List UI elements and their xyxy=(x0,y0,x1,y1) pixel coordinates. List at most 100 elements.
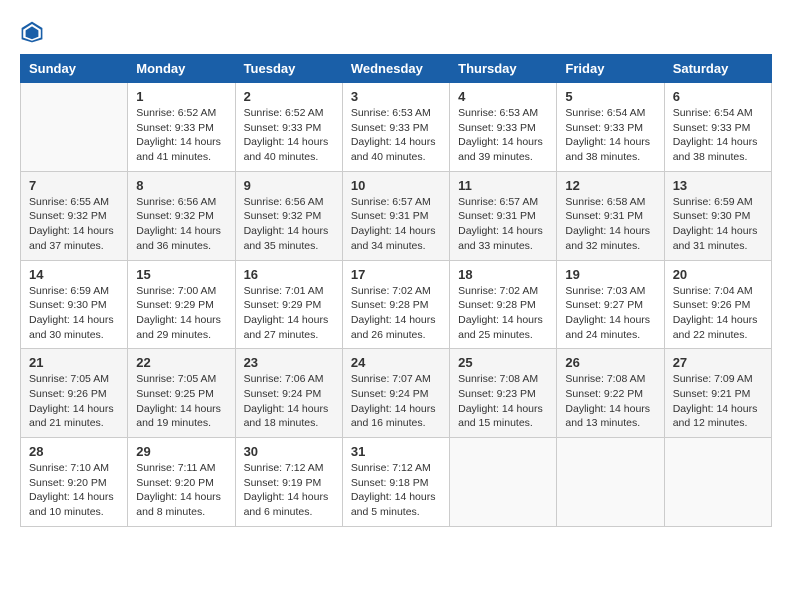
day-info: Sunrise: 7:01 AM Sunset: 9:29 PM Dayligh… xyxy=(244,284,334,343)
day-number: 13 xyxy=(673,178,763,193)
day-number: 12 xyxy=(565,178,655,193)
day-info: Sunrise: 6:52 AM Sunset: 9:33 PM Dayligh… xyxy=(136,106,226,165)
calendar-cell: 9 Sunrise: 6:56 AM Sunset: 9:32 PM Daylig… xyxy=(235,171,342,260)
day-number: 23 xyxy=(244,355,334,370)
calendar-cell: 3Sunrise: 6:53 AM Sunset: 9:33 PM Daylig… xyxy=(342,83,449,172)
calendar-cell: 4 Sunrise: 6:53 AM Sunset: 9:33 PM Daylig… xyxy=(450,83,557,172)
header-cell-friday: Friday xyxy=(557,55,664,83)
calendar-week-row: 21 Sunrise: 7:05 AM Sunset: 9:26 PM Dayli… xyxy=(21,349,772,438)
calendar-cell xyxy=(21,83,128,172)
calendar-cell: 28Sunrise: 7:10 AM Sunset: 9:20 PM Dayli… xyxy=(21,438,128,527)
day-number: 4 xyxy=(458,89,548,104)
calendar-header-row: SundayMondayTuesdayWednesdayThursdayFrid… xyxy=(21,55,772,83)
header-cell-tuesday: Tuesday xyxy=(235,55,342,83)
calendar-cell: 22 Sunrise: 7:05 AM Sunset: 9:25 PM Dayli… xyxy=(128,349,235,438)
day-number: 15 xyxy=(136,267,226,282)
day-info: Sunrise: 7:12 AM Sunset: 9:19 PM Dayligh… xyxy=(244,461,334,520)
page-header xyxy=(20,20,772,44)
calendar-cell: 30 Sunrise: 7:12 AM Sunset: 9:19 PM Dayli… xyxy=(235,438,342,527)
header-cell-sunday: Sunday xyxy=(21,55,128,83)
day-number: 21 xyxy=(29,355,119,370)
calendar-cell: 25Sunrise: 7:08 AM Sunset: 9:23 PM Dayli… xyxy=(450,349,557,438)
calendar-cell: 19 Sunrise: 7:03 AM Sunset: 9:27 PM Dayli… xyxy=(557,260,664,349)
calendar-table: SundayMondayTuesdayWednesdayThursdayFrid… xyxy=(20,54,772,527)
day-number: 31 xyxy=(351,444,441,459)
calendar-cell: 1 Sunrise: 6:52 AM Sunset: 9:33 PM Daylig… xyxy=(128,83,235,172)
day-info: Sunrise: 6:56 AM Sunset: 9:32 PM Dayligh… xyxy=(244,195,334,254)
day-number: 20 xyxy=(673,267,763,282)
day-number: 1 xyxy=(136,89,226,104)
calendar-cell xyxy=(450,438,557,527)
day-info: Sunrise: 7:11 AM Sunset: 9:20 PM Dayligh… xyxy=(136,461,226,520)
calendar-cell: 5 Sunrise: 6:54 AM Sunset: 9:33 PM Daylig… xyxy=(557,83,664,172)
calendar-cell: 26Sunrise: 7:08 AM Sunset: 9:22 PM Dayli… xyxy=(557,349,664,438)
day-info: Sunrise: 7:06 AM Sunset: 9:24 PM Dayligh… xyxy=(244,372,334,431)
calendar-week-row: 7Sunrise: 6:55 AM Sunset: 9:32 PM Daylig… xyxy=(21,171,772,260)
day-number: 10 xyxy=(351,178,441,193)
logo xyxy=(20,20,48,44)
calendar-cell: 8Sunrise: 6:56 AM Sunset: 9:32 PM Daylig… xyxy=(128,171,235,260)
calendar-cell: 16 Sunrise: 7:01 AM Sunset: 9:29 PM Dayli… xyxy=(235,260,342,349)
day-info: Sunrise: 6:56 AM Sunset: 9:32 PM Dayligh… xyxy=(136,195,226,254)
calendar-cell: 15Sunrise: 7:00 AM Sunset: 9:29 PM Dayli… xyxy=(128,260,235,349)
calendar-week-row: 28Sunrise: 7:10 AM Sunset: 9:20 PM Dayli… xyxy=(21,438,772,527)
calendar-cell: 24 Sunrise: 7:07 AM Sunset: 9:24 PM Dayli… xyxy=(342,349,449,438)
day-info: Sunrise: 7:08 AM Sunset: 9:23 PM Dayligh… xyxy=(458,372,548,431)
calendar-cell: 21 Sunrise: 7:05 AM Sunset: 9:26 PM Dayli… xyxy=(21,349,128,438)
calendar-cell: 18 Sunrise: 7:02 AM Sunset: 9:28 PM Dayli… xyxy=(450,260,557,349)
day-number: 9 xyxy=(244,178,334,193)
logo-icon xyxy=(20,20,44,44)
calendar-cell xyxy=(664,438,771,527)
calendar-cell: 12Sunrise: 6:58 AM Sunset: 9:31 PM Dayli… xyxy=(557,171,664,260)
calendar-week-row: 1 Sunrise: 6:52 AM Sunset: 9:33 PM Daylig… xyxy=(21,83,772,172)
header-cell-monday: Monday xyxy=(128,55,235,83)
day-info: Sunrise: 6:55 AM Sunset: 9:32 PM Dayligh… xyxy=(29,195,119,254)
day-number: 16 xyxy=(244,267,334,282)
day-number: 28 xyxy=(29,444,119,459)
day-info: Sunrise: 7:08 AM Sunset: 9:22 PM Dayligh… xyxy=(565,372,655,431)
day-info: Sunrise: 7:12 AM Sunset: 9:18 PM Dayligh… xyxy=(351,461,441,520)
day-number: 6 xyxy=(673,89,763,104)
calendar-cell: 10 Sunrise: 6:57 AM Sunset: 9:31 PM Dayli… xyxy=(342,171,449,260)
calendar-cell: 17 Sunrise: 7:02 AM Sunset: 9:28 PM Dayli… xyxy=(342,260,449,349)
day-info: Sunrise: 7:05 AM Sunset: 9:25 PM Dayligh… xyxy=(136,372,226,431)
day-info: Sunrise: 6:59 AM Sunset: 9:30 PM Dayligh… xyxy=(29,284,119,343)
calendar-cell: 29 Sunrise: 7:11 AM Sunset: 9:20 PM Dayli… xyxy=(128,438,235,527)
calendar-cell: 11 Sunrise: 6:57 AM Sunset: 9:31 PM Dayli… xyxy=(450,171,557,260)
day-info: Sunrise: 7:03 AM Sunset: 9:27 PM Dayligh… xyxy=(565,284,655,343)
day-number: 30 xyxy=(244,444,334,459)
header-cell-saturday: Saturday xyxy=(664,55,771,83)
calendar-cell: 14 Sunrise: 6:59 AM Sunset: 9:30 PM Dayli… xyxy=(21,260,128,349)
day-info: Sunrise: 7:02 AM Sunset: 9:28 PM Dayligh… xyxy=(351,284,441,343)
calendar-cell: 23 Sunrise: 7:06 AM Sunset: 9:24 PM Dayli… xyxy=(235,349,342,438)
calendar-cell: 7Sunrise: 6:55 AM Sunset: 9:32 PM Daylig… xyxy=(21,171,128,260)
day-info: Sunrise: 7:07 AM Sunset: 9:24 PM Dayligh… xyxy=(351,372,441,431)
day-number: 5 xyxy=(565,89,655,104)
day-number: 29 xyxy=(136,444,226,459)
day-number: 17 xyxy=(351,267,441,282)
calendar-cell: 31 Sunrise: 7:12 AM Sunset: 9:18 PM Dayli… xyxy=(342,438,449,527)
calendar-cell: 27 Sunrise: 7:09 AM Sunset: 9:21 PM Dayli… xyxy=(664,349,771,438)
calendar-cell: 2Sunrise: 6:52 AM Sunset: 9:33 PM Daylig… xyxy=(235,83,342,172)
day-info: Sunrise: 6:53 AM Sunset: 9:33 PM Dayligh… xyxy=(458,106,548,165)
day-info: Sunrise: 7:02 AM Sunset: 9:28 PM Dayligh… xyxy=(458,284,548,343)
day-number: 14 xyxy=(29,267,119,282)
day-number: 19 xyxy=(565,267,655,282)
day-info: Sunrise: 7:05 AM Sunset: 9:26 PM Dayligh… xyxy=(29,372,119,431)
calendar-cell: 6 Sunrise: 6:54 AM Sunset: 9:33 PM Daylig… xyxy=(664,83,771,172)
day-number: 24 xyxy=(351,355,441,370)
day-info: Sunrise: 7:09 AM Sunset: 9:21 PM Dayligh… xyxy=(673,372,763,431)
day-number: 18 xyxy=(458,267,548,282)
day-info: Sunrise: 6:53 AM Sunset: 9:33 PM Dayligh… xyxy=(351,106,441,165)
day-number: 22 xyxy=(136,355,226,370)
day-info: Sunrise: 6:54 AM Sunset: 9:33 PM Dayligh… xyxy=(673,106,763,165)
day-info: Sunrise: 6:57 AM Sunset: 9:31 PM Dayligh… xyxy=(351,195,441,254)
day-info: Sunrise: 6:54 AM Sunset: 9:33 PM Dayligh… xyxy=(565,106,655,165)
day-number: 27 xyxy=(673,355,763,370)
day-info: Sunrise: 6:59 AM Sunset: 9:30 PM Dayligh… xyxy=(673,195,763,254)
day-number: 11 xyxy=(458,178,548,193)
header-cell-thursday: Thursday xyxy=(450,55,557,83)
day-info: Sunrise: 6:57 AM Sunset: 9:31 PM Dayligh… xyxy=(458,195,548,254)
day-info: Sunrise: 7:04 AM Sunset: 9:26 PM Dayligh… xyxy=(673,284,763,343)
header-cell-wednesday: Wednesday xyxy=(342,55,449,83)
